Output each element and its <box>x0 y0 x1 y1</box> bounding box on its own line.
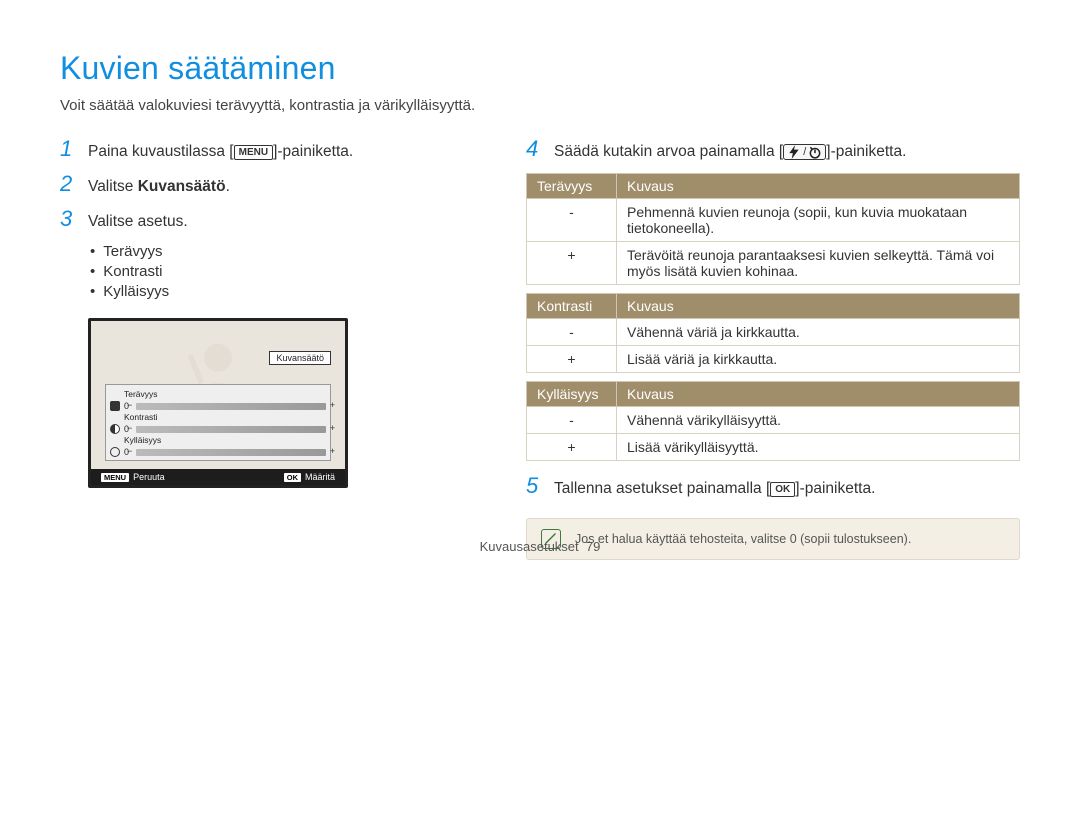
flash-icon <box>787 145 801 159</box>
ok-button-icon: OK <box>770 482 795 497</box>
footer-page: 79 <box>586 539 600 554</box>
step-bold: Kuvansäätö <box>138 178 226 195</box>
step-text: ]-painiketta. <box>795 480 875 497</box>
table-header: Kuvaus <box>617 174 1020 199</box>
step-4: 4 Säädä kutakin arvoa painamalla [ / ]-p… <box>526 138 1020 161</box>
ok-tag: OK <box>284 473 301 482</box>
desc-cell: Lisää väriä ja kirkkautta. <box>617 346 1020 373</box>
lcd-row: 0 <box>110 401 326 411</box>
table-header: Kuvaus <box>617 382 1020 407</box>
step-text: Tallenna asetukset painamalla [ <box>554 480 770 497</box>
sign-cell: + <box>527 434 617 461</box>
step-text: ]-painiketta. <box>826 143 906 160</box>
lcd-row: 0 <box>110 447 326 457</box>
step-5: 5 Tallenna asetukset painamalla [OK]-pai… <box>526 475 1020 498</box>
table-row: +Lisää värikylläisyyttä. <box>527 434 1020 461</box>
contrast-table: KontrastiKuvaus -Vähennä väriä ja kirkka… <box>526 293 1020 373</box>
table-header: Kylläisyys <box>527 382 617 407</box>
table-header: Kontrasti <box>527 294 617 319</box>
step-3: 3 Valitse asetus. <box>60 208 490 231</box>
option-item: Terävyys <box>90 243 490 260</box>
step-number: 4 <box>526 138 548 160</box>
table-row: +Lisää väriä ja kirkkautta. <box>527 346 1020 373</box>
nav-icon-pair: / <box>783 144 826 160</box>
step-text: Säädä kutakin arvoa painamalla [ <box>554 143 783 160</box>
desc-cell: Vähennä värikylläisyyttä. <box>617 407 1020 434</box>
menu-tag: MENU <box>101 473 129 482</box>
step-text: ]-painiketta. <box>273 143 353 160</box>
desc-cell: Lisää värikylläisyyttä. <box>617 434 1020 461</box>
step-1: 1 Paina kuvaustilassa [MENU]-painiketta. <box>60 138 490 161</box>
lcd-row-label: Terävyys <box>124 389 326 399</box>
table-row: -Pehmennä kuvien reunoja (sopii, kun kuv… <box>527 199 1020 242</box>
table-row: -Vähennä värikylläisyyttä. <box>527 407 1020 434</box>
lcd-slider <box>136 403 326 410</box>
contrast-icon <box>110 424 120 434</box>
lcd-row-label: Kontrasti <box>124 412 326 422</box>
step-text: . <box>226 178 230 195</box>
option-item: Kontrasti <box>90 263 490 280</box>
option-list: Terävyys Kontrasti Kylläisyys <box>90 243 490 300</box>
option-item: Kylläisyys <box>90 283 490 300</box>
slash: / <box>803 146 806 158</box>
sharpness-table: TerävyysKuvaus -Pehmennä kuvien reunoja … <box>526 173 1020 285</box>
page-footer: Kuvausasetukset 79 <box>0 539 1080 554</box>
lcd-mockup: Kuvansäätö Terävyys 0 Kontrasti 0 <box>88 318 348 488</box>
sign-cell: + <box>527 346 617 373</box>
lcd-slider <box>136 426 326 433</box>
timer-icon <box>808 145 822 159</box>
desc-cell: Pehmennä kuvien reunoja (sopii, kun kuvi… <box>617 199 1020 242</box>
footer-section: Kuvausasetukset <box>480 539 579 554</box>
sign-cell: - <box>527 199 617 242</box>
lcd-title: Kuvansäätö <box>269 351 331 365</box>
step-text: Valitse <box>88 178 138 195</box>
sharpness-icon <box>110 401 120 411</box>
step-number: 1 <box>60 138 82 160</box>
lcd-slider <box>136 449 326 456</box>
step-text: Valitse asetus. <box>88 213 490 231</box>
ok-label: Määritä <box>305 472 335 482</box>
page-subtitle: Voit säätää valokuviesi terävyyttä, kont… <box>60 97 1020 114</box>
step-text: Paina kuvaustilassa [ <box>88 143 234 160</box>
step-2: 2 Valitse Kuvansäätö. <box>60 173 490 196</box>
step-number: 3 <box>60 208 82 230</box>
table-row: +Terävöitä reunoja parantaaksesi kuvien … <box>527 242 1020 285</box>
lcd-row-label: Kylläisyys <box>124 435 326 445</box>
table-header: Terävyys <box>527 174 617 199</box>
sign-cell: - <box>527 407 617 434</box>
step-number: 5 <box>526 475 548 497</box>
saturation-icon <box>110 447 120 457</box>
sign-cell: - <box>527 319 617 346</box>
saturation-table: KylläisyysKuvaus -Vähennä värikylläisyyt… <box>526 381 1020 461</box>
lcd-row: 0 <box>110 424 326 434</box>
table-header: Kuvaus <box>617 294 1020 319</box>
table-row: -Vähennä väriä ja kirkkautta. <box>527 319 1020 346</box>
cancel-label: Peruuta <box>133 472 165 482</box>
desc-cell: Vähennä väriä ja kirkkautta. <box>617 319 1020 346</box>
sign-cell: + <box>527 242 617 285</box>
page-title: Kuvien säätäminen <box>60 50 1020 87</box>
desc-cell: Terävöitä reunoja parantaaksesi kuvien s… <box>617 242 1020 285</box>
step-number: 2 <box>60 173 82 195</box>
menu-button-icon: MENU <box>234 145 273 160</box>
